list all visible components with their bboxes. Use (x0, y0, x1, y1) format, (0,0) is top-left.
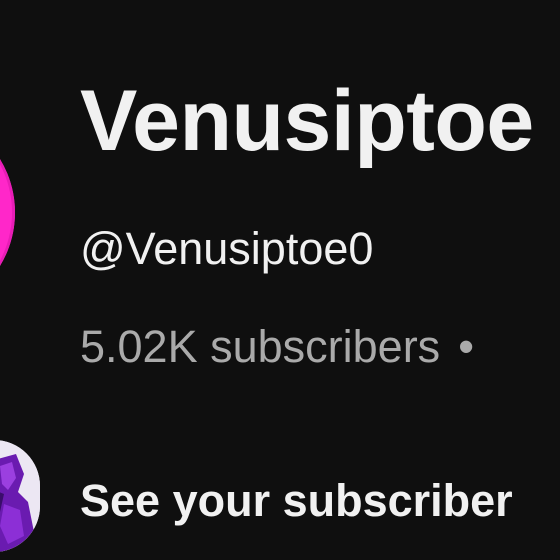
see-subscribers-link[interactable]: See your subscriber (80, 478, 513, 523)
channel-handle: @Venusiptoe0 (80, 223, 374, 274)
channel-meta-row: 5.02K subscribers • (80, 324, 474, 369)
channel-avatar[interactable] (0, 110, 15, 315)
user-avatar-image (0, 440, 40, 552)
user-avatar[interactable] (0, 440, 40, 552)
channel-header: Venusiptoe @Venusiptoe0 5.02K subscriber… (0, 0, 560, 560)
meta-separator: • (458, 321, 474, 372)
subscriber-count: 5.02K subscribers (80, 321, 441, 372)
channel-name: Venusiptoe (80, 73, 534, 169)
